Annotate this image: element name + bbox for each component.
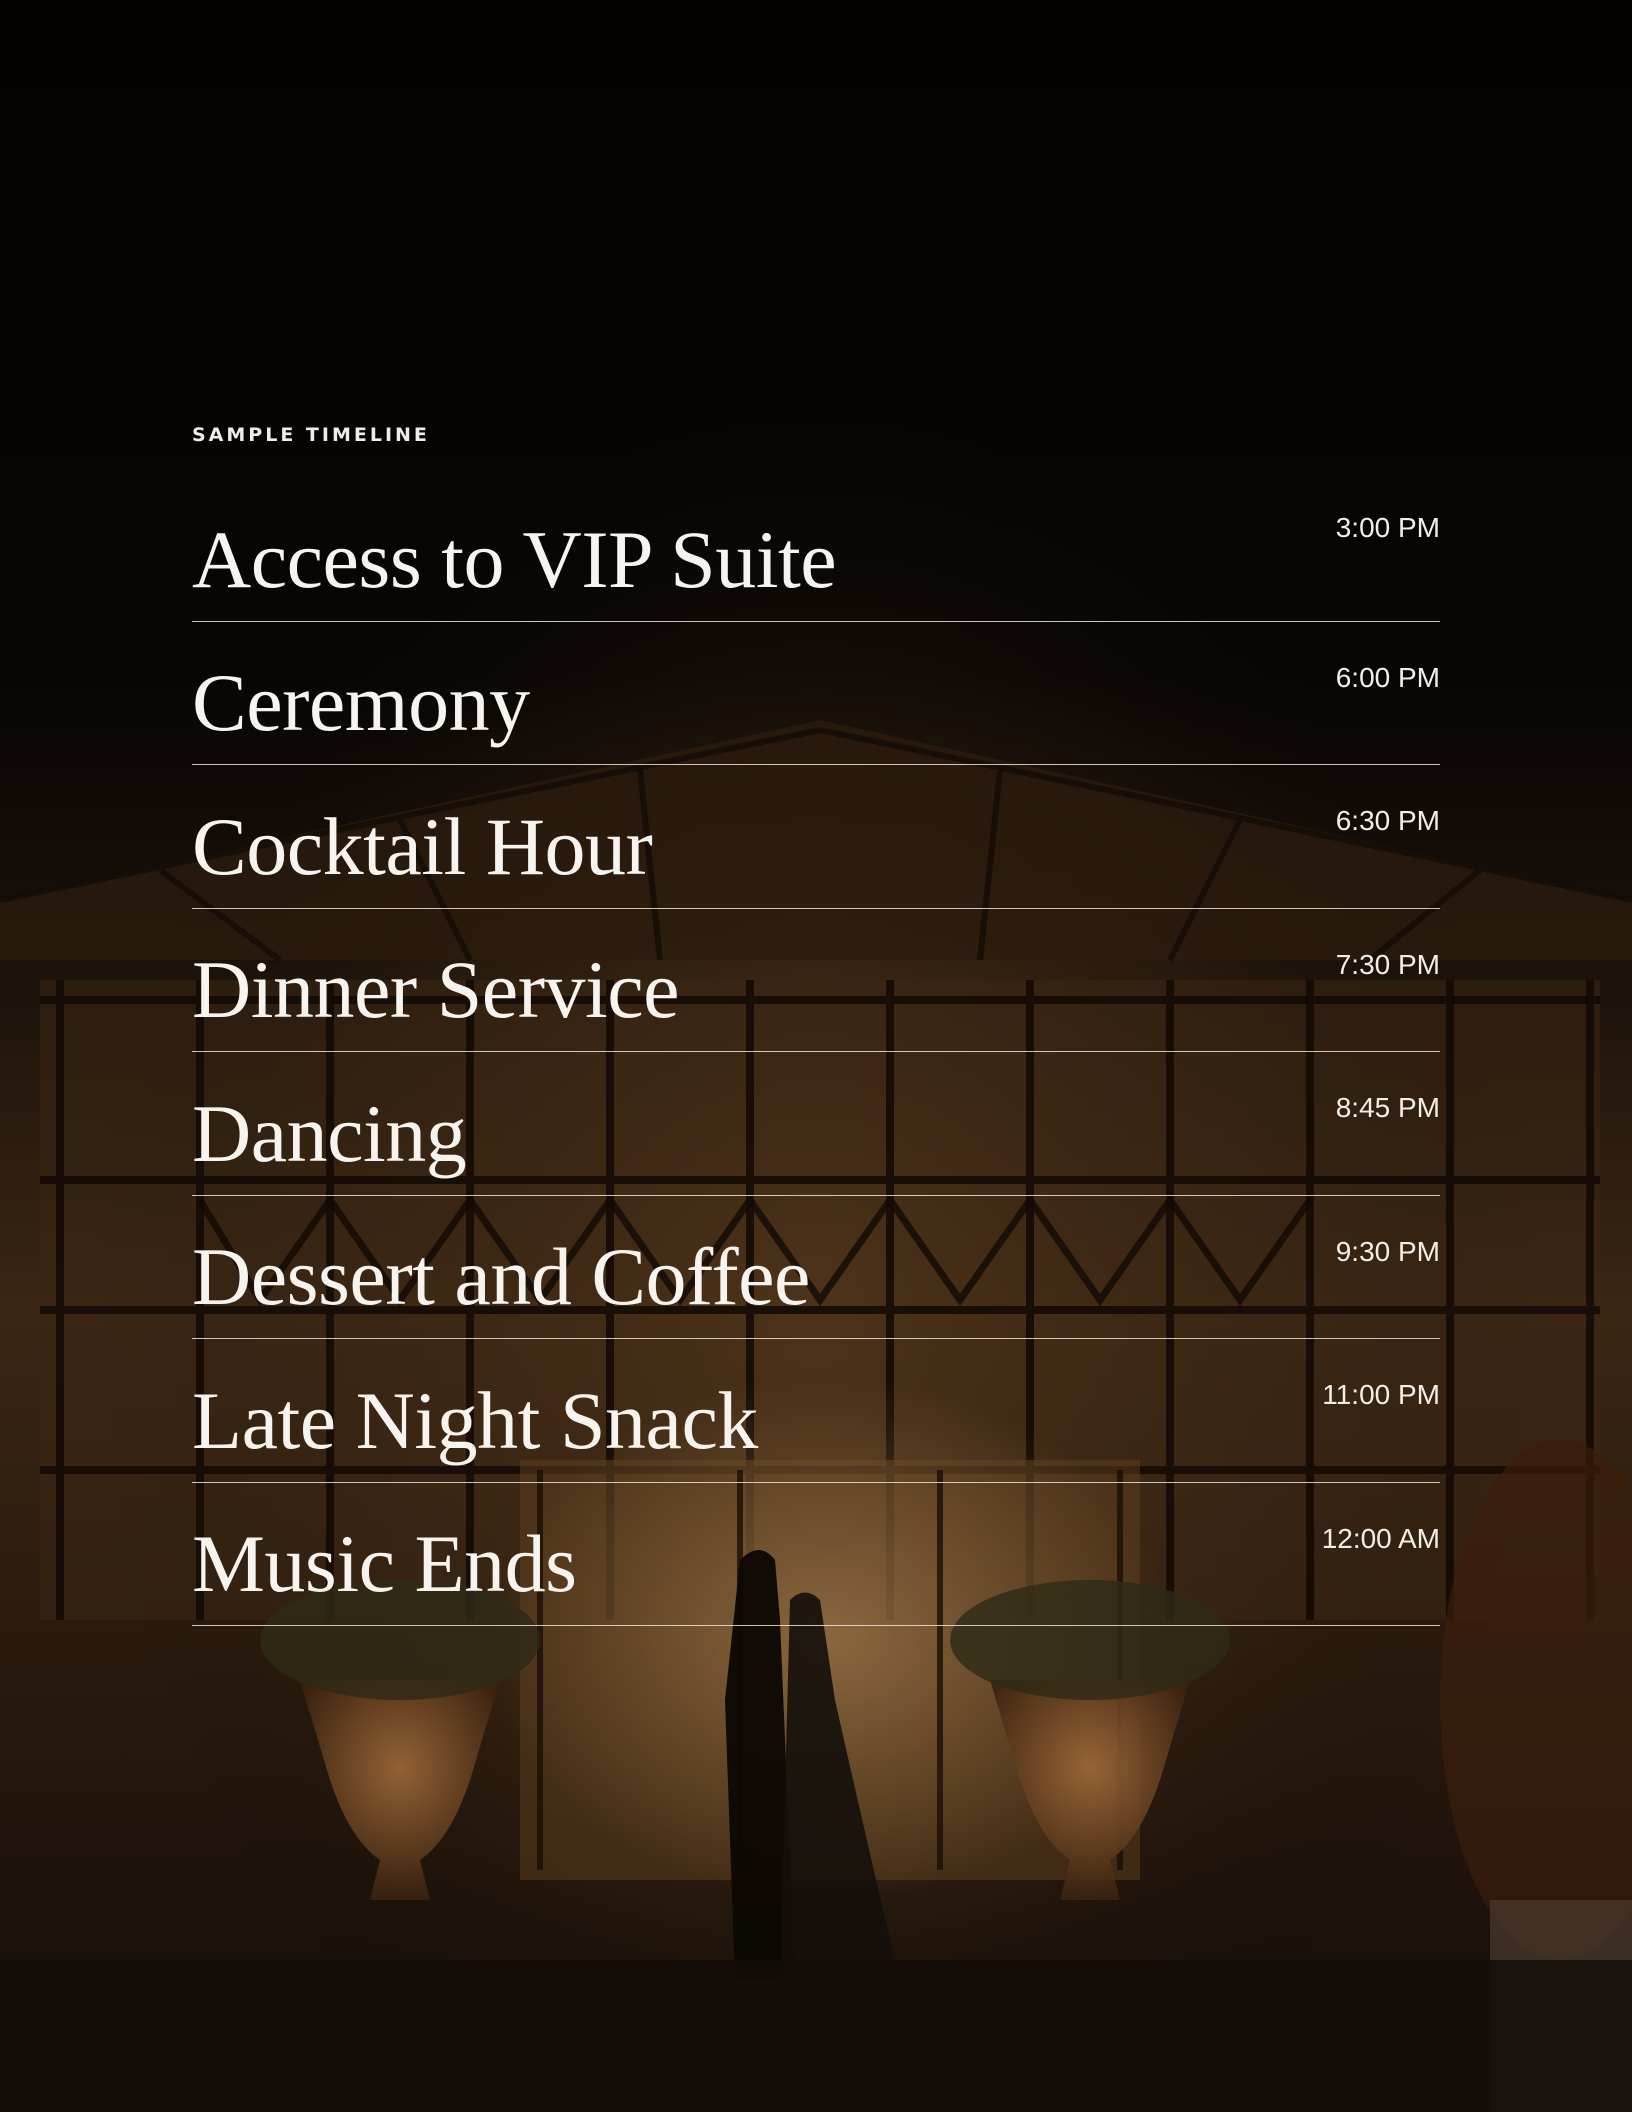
timeline-row: Dinner Service 7:30 PM xyxy=(192,909,1440,1052)
timeline-row: Dessert and Coffee 9:30 PM xyxy=(192,1196,1440,1339)
timeline-row: Ceremony 6:00 PM xyxy=(192,622,1440,765)
event-name: Music Ends xyxy=(192,1518,577,1609)
event-name: Ceremony xyxy=(192,657,530,748)
event-time: 6:30 PM xyxy=(1335,805,1440,836)
event-time: 11:00 PM xyxy=(1322,1379,1440,1410)
timeline-row: Access to VIP Suite 3:00 PM xyxy=(192,478,1440,622)
event-time: 6:00 PM xyxy=(1335,661,1440,693)
event-name: Access to VIP Suite xyxy=(192,513,837,605)
page: SAMPLE TIMELINE Access to VIP Suite 3:00… xyxy=(0,0,1632,2112)
event-time: 12:00 AM xyxy=(1321,1522,1440,1554)
event-name: Dancing xyxy=(192,1087,467,1179)
timeline-section: SAMPLE TIMELINE Access to VIP Suite 3:00… xyxy=(192,420,1440,1626)
section-eyebrow: SAMPLE TIMELINE xyxy=(192,424,430,446)
event-name: Dessert and Coffee xyxy=(192,1231,810,1322)
timeline-row: Cocktail Hour 6:30 PM xyxy=(192,765,1440,909)
event-time: 7:30 PM xyxy=(1335,948,1440,980)
timeline-row: Late Night Snack 11:00 PM xyxy=(192,1339,1440,1483)
event-name: Late Night Snack xyxy=(192,1374,758,1466)
timeline-row: Music Ends 12:00 AM xyxy=(192,1483,1440,1626)
event-time: 3:00 PM xyxy=(1335,512,1440,543)
timeline-row: Dancing 8:45 PM xyxy=(192,1052,1440,1196)
event-time: 9:30 PM xyxy=(1335,1235,1440,1267)
event-time: 8:45 PM xyxy=(1335,1092,1440,1123)
event-name: Dinner Service xyxy=(192,944,680,1035)
event-name: Cocktail Hour xyxy=(192,800,653,892)
